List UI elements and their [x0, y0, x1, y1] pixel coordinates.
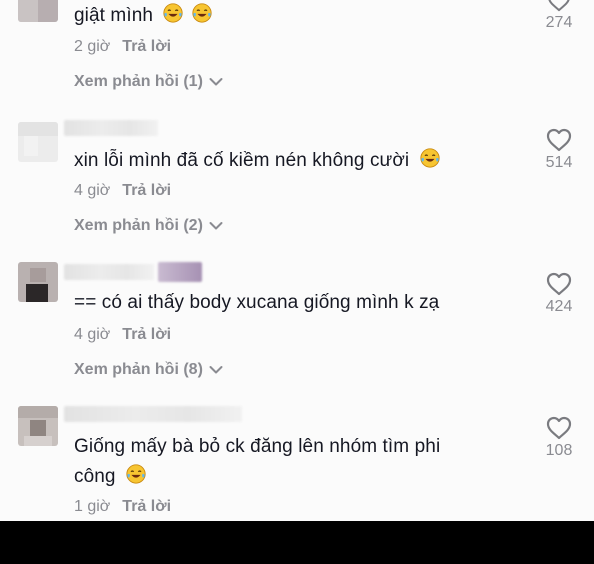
comment-time: 2 giờ	[74, 38, 111, 55]
comment-time: 4 giờ	[74, 182, 111, 199]
chevron-down-icon	[209, 366, 223, 374]
comment-text: xin lỗi mình đã cố kiềm nén không cười	[74, 146, 514, 176]
view-replies-label: Xem phản hồi (1)	[74, 73, 203, 90]
like-count: 274	[545, 14, 573, 31]
heart-outline-icon	[546, 272, 572, 296]
heart-outline-icon	[546, 416, 572, 440]
view-replies-button[interactable]: Xem phản hồi (1)	[74, 73, 223, 91]
comment-time: 1 giờ	[74, 498, 111, 515]
laughing-tears-emoji	[420, 148, 440, 168]
avatar[interactable]	[18, 0, 58, 22]
laughing-tears-emoji	[126, 464, 146, 484]
avatar[interactable]	[18, 122, 58, 162]
comment-text: giật mình	[74, 1, 514, 31]
comment-meta: 1 giờ Trả lời	[74, 498, 171, 516]
laughing-tears-emoji	[192, 3, 212, 23]
avatar[interactable]	[18, 262, 58, 302]
like-count: 108	[545, 442, 573, 459]
comment-body-line-2-wrap: công	[74, 462, 514, 492]
reply-button[interactable]: Trả lời	[122, 326, 171, 344]
comment-body-line-1: Giống mấy bà bỏ ck đăng lên nhóm tìm phi	[74, 436, 441, 457]
username-redacted	[64, 264, 154, 280]
view-replies-button[interactable]: Xem phản hồi (8)	[74, 361, 223, 379]
like-button[interactable]: 108	[536, 416, 582, 460]
comment-text: == có ai thấy body xucana giống mình k z…	[74, 288, 514, 318]
chevron-down-icon	[209, 78, 223, 86]
heart-outline-icon	[548, 0, 570, 12]
comment-body: giật mình	[74, 5, 154, 26]
username-redacted-accent	[158, 262, 202, 282]
username-redacted	[64, 406, 242, 422]
avatar[interactable]	[18, 406, 58, 446]
comment-body-line-2: công	[74, 466, 116, 487]
view-replies-button[interactable]: Xem phản hồi (2)	[74, 217, 223, 235]
view-replies-label: Xem phản hồi (2)	[74, 217, 203, 234]
username-redacted	[64, 120, 158, 136]
like-count: 514	[545, 154, 573, 171]
bottom-black-bar	[0, 521, 594, 564]
like-button[interactable]: 424	[536, 272, 582, 316]
reply-button[interactable]: Trả lời	[122, 38, 171, 56]
view-replies-label: Xem phản hồi (8)	[74, 361, 203, 378]
like-button[interactable]: 514	[536, 128, 582, 172]
comment-body: xin lỗi mình đã cố kiềm nén không cười	[74, 150, 410, 171]
laughing-tears-emoji	[163, 3, 184, 23]
comment-body: == có ai thấy body xucana giống mình k z…	[74, 292, 440, 313]
comment-meta: 4 giờ Trả lời	[74, 326, 171, 344]
comment-time: 4 giờ	[74, 326, 111, 343]
comment-text: Giống mấy bà bỏ ck đăng lên nhóm tìm phi…	[74, 432, 514, 492]
reply-button[interactable]: Trả lời	[122, 182, 171, 200]
like-count: 424	[545, 298, 573, 315]
comment-meta: 2 giờ Trả lời	[74, 38, 171, 56]
comment-meta: 4 giờ Trả lời	[74, 182, 171, 200]
heart-outline-icon	[546, 128, 572, 152]
reply-button[interactable]: Trả lời	[122, 498, 171, 516]
comments-panel: giật mình 2 giờ Trả lời Xem phản hồi (1)…	[0, 0, 594, 521]
like-button[interactable]: 274	[536, 0, 582, 32]
chevron-down-icon	[209, 222, 223, 230]
